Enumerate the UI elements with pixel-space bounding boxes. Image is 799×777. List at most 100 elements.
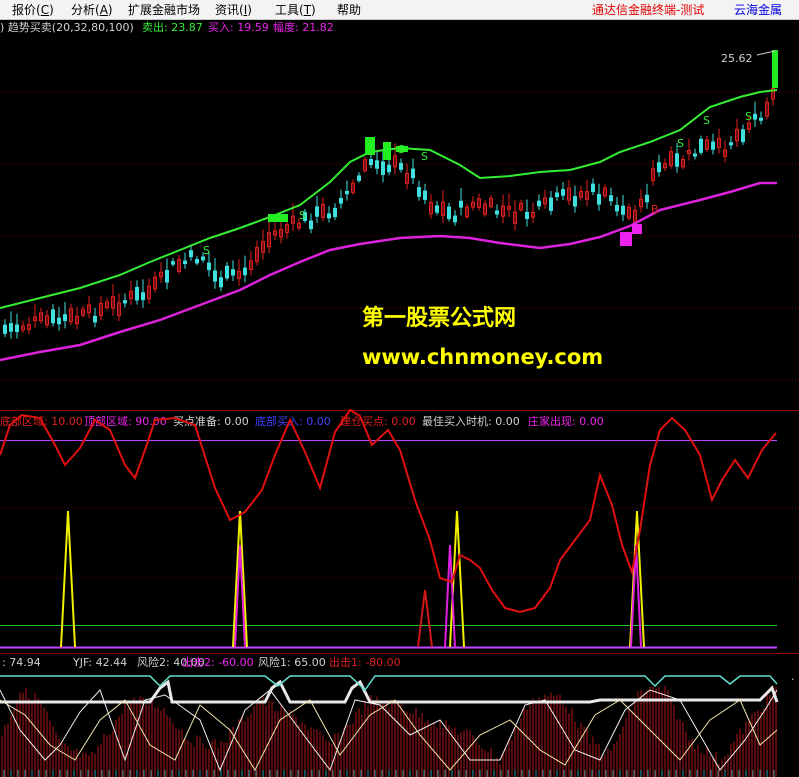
candle-body bbox=[525, 211, 529, 220]
candle-body bbox=[759, 117, 763, 121]
value-label: : 74.94 bbox=[2, 656, 41, 669]
high-price-label: 25.62 bbox=[721, 52, 753, 65]
sell-marker: S bbox=[677, 137, 684, 150]
candle-body bbox=[387, 164, 391, 173]
candle-body bbox=[327, 213, 331, 219]
candle-body bbox=[141, 292, 145, 301]
candle-body bbox=[495, 210, 499, 215]
buy-label: 买入: 19.59 bbox=[208, 21, 269, 34]
chart-canvas[interactable]: ) 趋势买卖(20,32,80,100) 卖出: 23.87 买入: 19.59… bbox=[0, 0, 799, 777]
candle-body bbox=[3, 324, 7, 334]
candle-body bbox=[381, 161, 385, 175]
red-spike bbox=[417, 589, 433, 648]
candle-body bbox=[339, 197, 343, 204]
dealer-appear-label: 庄家出现: 0.00 bbox=[528, 414, 604, 428]
buy-trend-line bbox=[0, 181, 777, 362]
sell-signal-block bbox=[383, 142, 391, 160]
candle-body bbox=[591, 183, 595, 193]
range-label: 幅度: 21.82 bbox=[273, 20, 334, 34]
buy-marker: B bbox=[651, 203, 659, 216]
candle-body bbox=[165, 269, 169, 283]
candle-body bbox=[555, 192, 559, 198]
candle-body bbox=[741, 129, 745, 143]
sell-label: 卖出: 23.87 bbox=[142, 20, 203, 34]
panel3-legend: : 74.94 YJF: 42.44 风险2: 40.00 出击2: -60.0… bbox=[2, 655, 401, 669]
candle-body bbox=[171, 261, 175, 265]
candle-body bbox=[537, 200, 541, 207]
sell-marker: S bbox=[421, 150, 428, 163]
candle-body bbox=[225, 265, 229, 279]
candle-body bbox=[459, 200, 463, 208]
candle-body bbox=[195, 258, 199, 264]
candle-body bbox=[219, 277, 223, 288]
candle-body bbox=[315, 206, 319, 217]
best-buy-label: 最佳买入时机: 0.00 bbox=[422, 414, 520, 428]
candle-body bbox=[729, 142, 733, 146]
candle-body bbox=[411, 168, 415, 179]
candle-body bbox=[213, 270, 217, 282]
attack1-label: 出击1: -80.00 bbox=[329, 655, 401, 669]
sell-marker: S bbox=[203, 244, 210, 257]
candle-body bbox=[621, 205, 625, 215]
buy-signal-block bbox=[620, 232, 632, 246]
yellow-spike bbox=[60, 510, 76, 648]
candle-body bbox=[309, 220, 313, 230]
candle-body bbox=[183, 260, 187, 265]
signal-spikes bbox=[60, 510, 645, 648]
sell-signal-block bbox=[268, 214, 288, 222]
yjf-label: YJF: 42.44 bbox=[72, 656, 127, 669]
candle-body bbox=[333, 207, 337, 218]
candle-body bbox=[597, 194, 601, 205]
candle-body bbox=[615, 204, 619, 212]
candle-body bbox=[657, 162, 661, 173]
sell-marker: S bbox=[745, 110, 752, 123]
panel-separators bbox=[0, 410, 799, 654]
candle-body bbox=[645, 194, 649, 203]
candle-body bbox=[753, 113, 757, 120]
candle-body bbox=[357, 175, 361, 181]
watermark-url: www.chnmoney.com bbox=[362, 345, 603, 369]
buy-signal-block bbox=[632, 224, 642, 234]
panel2-legend: 底部区域: 10.00 顶部区域: 90.00 买点准备: 0.00 底部买入:… bbox=[0, 414, 604, 428]
candle-body bbox=[549, 197, 553, 211]
candle-body bbox=[423, 190, 427, 200]
right-edge-mark: . bbox=[791, 670, 795, 683]
sell-signal-block bbox=[772, 50, 778, 88]
candle-body bbox=[93, 315, 97, 323]
candle-body bbox=[675, 153, 679, 167]
sell-marker: S bbox=[398, 143, 405, 156]
watermark-title: 第一股票公式网 bbox=[362, 305, 516, 331]
candle-body bbox=[573, 196, 577, 207]
upper-signal-line bbox=[0, 675, 778, 692]
candle-body bbox=[207, 262, 211, 271]
candle-body bbox=[369, 158, 373, 166]
attack2-label: 出击2: -60.00 bbox=[182, 655, 254, 669]
candle-body bbox=[399, 162, 403, 170]
candle-body bbox=[243, 267, 247, 276]
candle-body bbox=[231, 269, 235, 276]
step-signal-line bbox=[0, 679, 779, 704]
candle-body bbox=[51, 309, 55, 324]
candlesticks bbox=[3, 77, 775, 339]
candle-body bbox=[453, 215, 457, 223]
sell-marker: S bbox=[299, 209, 306, 222]
candle-body bbox=[609, 195, 613, 202]
candle-body bbox=[63, 314, 67, 322]
candle-body bbox=[15, 324, 19, 333]
candle-body bbox=[375, 160, 379, 169]
candle-body bbox=[123, 300, 127, 304]
position-buy-label: 建仓买点: 0.00 bbox=[340, 414, 416, 428]
candle-body bbox=[201, 256, 205, 261]
candle-body bbox=[711, 141, 715, 150]
candle-body bbox=[447, 206, 451, 220]
candle-body bbox=[561, 189, 565, 196]
sell-marker: S bbox=[703, 114, 710, 127]
sell-trend-line bbox=[0, 89, 778, 309]
candle-body bbox=[9, 323, 13, 332]
sell-signal-block bbox=[365, 137, 375, 155]
candle-body bbox=[345, 190, 349, 195]
candle-body bbox=[699, 138, 703, 153]
candle-body bbox=[435, 205, 439, 213]
candle-body bbox=[135, 286, 139, 301]
candle-body bbox=[693, 153, 697, 157]
